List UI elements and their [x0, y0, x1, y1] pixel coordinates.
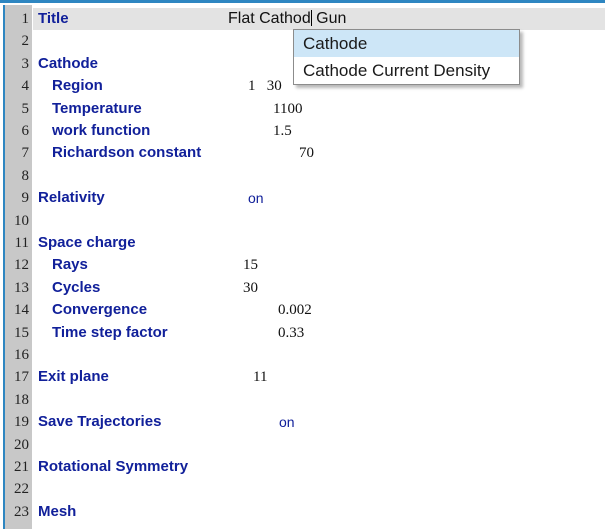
line-number: 1	[21, 11, 30, 27]
editor-line[interactable]: 13 Cycles 30	[5, 277, 605, 299]
parameter-value[interactable]: 70	[299, 142, 314, 164]
parameter-label[interactable]: Relativity	[38, 187, 105, 209]
parameter-label[interactable]: Save Trajectories	[38, 411, 161, 433]
line-number: 20	[14, 436, 29, 453]
parameter-value[interactable]: 0.33	[278, 322, 304, 344]
parameter-label[interactable]: Space charge	[38, 232, 136, 254]
parameter-value[interactable]: on	[279, 411, 295, 433]
parameter-value[interactable]: 30	[243, 277, 258, 299]
parameter-value[interactable]: 0.002	[278, 299, 312, 321]
editor-line[interactable]: 14 Convergence 0.002	[5, 299, 605, 321]
parameter-label[interactable]: Richardson constant	[52, 142, 201, 164]
parameter-label[interactable]: Cycles	[52, 277, 100, 299]
parameter-label[interactable]: Time step factor	[52, 322, 168, 344]
parameter-label[interactable]: Temperature	[52, 98, 142, 120]
parameter-label[interactable]: Convergence	[52, 299, 147, 321]
parameter-value[interactable]: 11	[253, 366, 267, 388]
parameter-label[interactable]: Title	[38, 8, 69, 30]
parameter-label[interactable]: Rotational Symmetry	[38, 456, 188, 478]
line-number: 5	[21, 100, 30, 117]
editor-line[interactable]: 22	[5, 478, 605, 500]
line-number: 18	[14, 391, 29, 408]
application-window: 1 Title Flat Cathod Gun 2 3 Cathode 4 Region 1 3…	[0, 0, 605, 529]
line-number: 12	[14, 257, 29, 274]
autocomplete-item[interactable]: Cathode	[294, 30, 519, 57]
line-number: 11	[14, 235, 29, 251]
line-number: 13	[14, 279, 29, 296]
editor-line[interactable]: 6 work function 1.5	[5, 120, 605, 142]
parameter-label[interactable]: Cathode	[38, 53, 98, 75]
line-number: 9	[21, 190, 30, 207]
parameter-label[interactable]: Exit plane	[38, 366, 109, 388]
line-number: 4	[21, 78, 30, 95]
title-value-field[interactable]: Flat Cathod Gun	[228, 8, 346, 30]
parameter-value[interactable]: 1 30	[248, 75, 282, 97]
line-number: 21	[14, 459, 29, 475]
line-number: 19	[14, 414, 29, 431]
title-value-text: Flat Cathod	[228, 10, 311, 27]
parameter-label[interactable]: work function	[52, 120, 150, 142]
parameter-value[interactable]: 1.5	[273, 120, 292, 142]
line-number: 22	[14, 481, 29, 498]
parameter-value[interactable]: 1100	[273, 98, 302, 120]
editor-line[interactable]: 10	[5, 210, 605, 232]
line-number: 2	[21, 33, 30, 50]
editor-line[interactable]: 15 Time step factor 0.33	[5, 322, 605, 344]
editor-line[interactable]: 17 Exit plane 11	[5, 366, 605, 388]
parameter-label[interactable]: Mesh	[38, 501, 76, 523]
line-number: 23	[14, 503, 29, 520]
line-number: 8	[21, 167, 30, 184]
editor-line[interactable]: 18	[5, 389, 605, 411]
editor-line[interactable]: 11 Space charge	[5, 232, 605, 254]
line-number: 16	[14, 347, 29, 363]
editor-line[interactable]: 1 Title Flat Cathod Gun	[5, 8, 605, 30]
editor-line[interactable]: 9 Relativity on	[5, 187, 605, 209]
title-value-text-tail: Gun	[311, 10, 347, 27]
parameter-value[interactable]: on	[248, 187, 264, 209]
editor-line[interactable]: 23 Mesh	[5, 501, 605, 523]
editor-line[interactable]: 21 Rotational Symmetry	[5, 456, 605, 478]
editor-line[interactable]: 7 Richardson constant 70	[5, 142, 605, 164]
editor-line[interactable]: 12 Rays 15	[5, 254, 605, 276]
editor-line[interactable]: 19 Save Trajectories on	[5, 411, 605, 433]
line-number: 7	[21, 145, 30, 162]
editor-line[interactable]: 20	[5, 434, 605, 456]
parameter-value[interactable]: 15	[243, 254, 258, 276]
autocomplete-item[interactable]: Cathode Current Density	[294, 57, 519, 84]
text-editor[interactable]: 1 Title Flat Cathod Gun 2 3 Cathode 4 Region 1 3…	[5, 5, 605, 529]
autocomplete-popup[interactable]: Cathode Cathode Current Density	[293, 29, 520, 85]
line-number: 3	[21, 55, 30, 72]
editor-line[interactable]: 8	[5, 165, 605, 187]
editor-line[interactable]: 5 Temperature 1100	[5, 98, 605, 120]
line-number: 17	[14, 369, 29, 386]
line-number: 15	[14, 324, 29, 341]
line-number: 14	[14, 302, 29, 319]
editor-line[interactable]: 16	[5, 344, 605, 366]
line-number: 6	[21, 123, 30, 139]
parameter-label[interactable]: Region	[52, 75, 103, 97]
line-number: 10	[14, 212, 29, 229]
parameter-label[interactable]: Rays	[52, 254, 88, 276]
